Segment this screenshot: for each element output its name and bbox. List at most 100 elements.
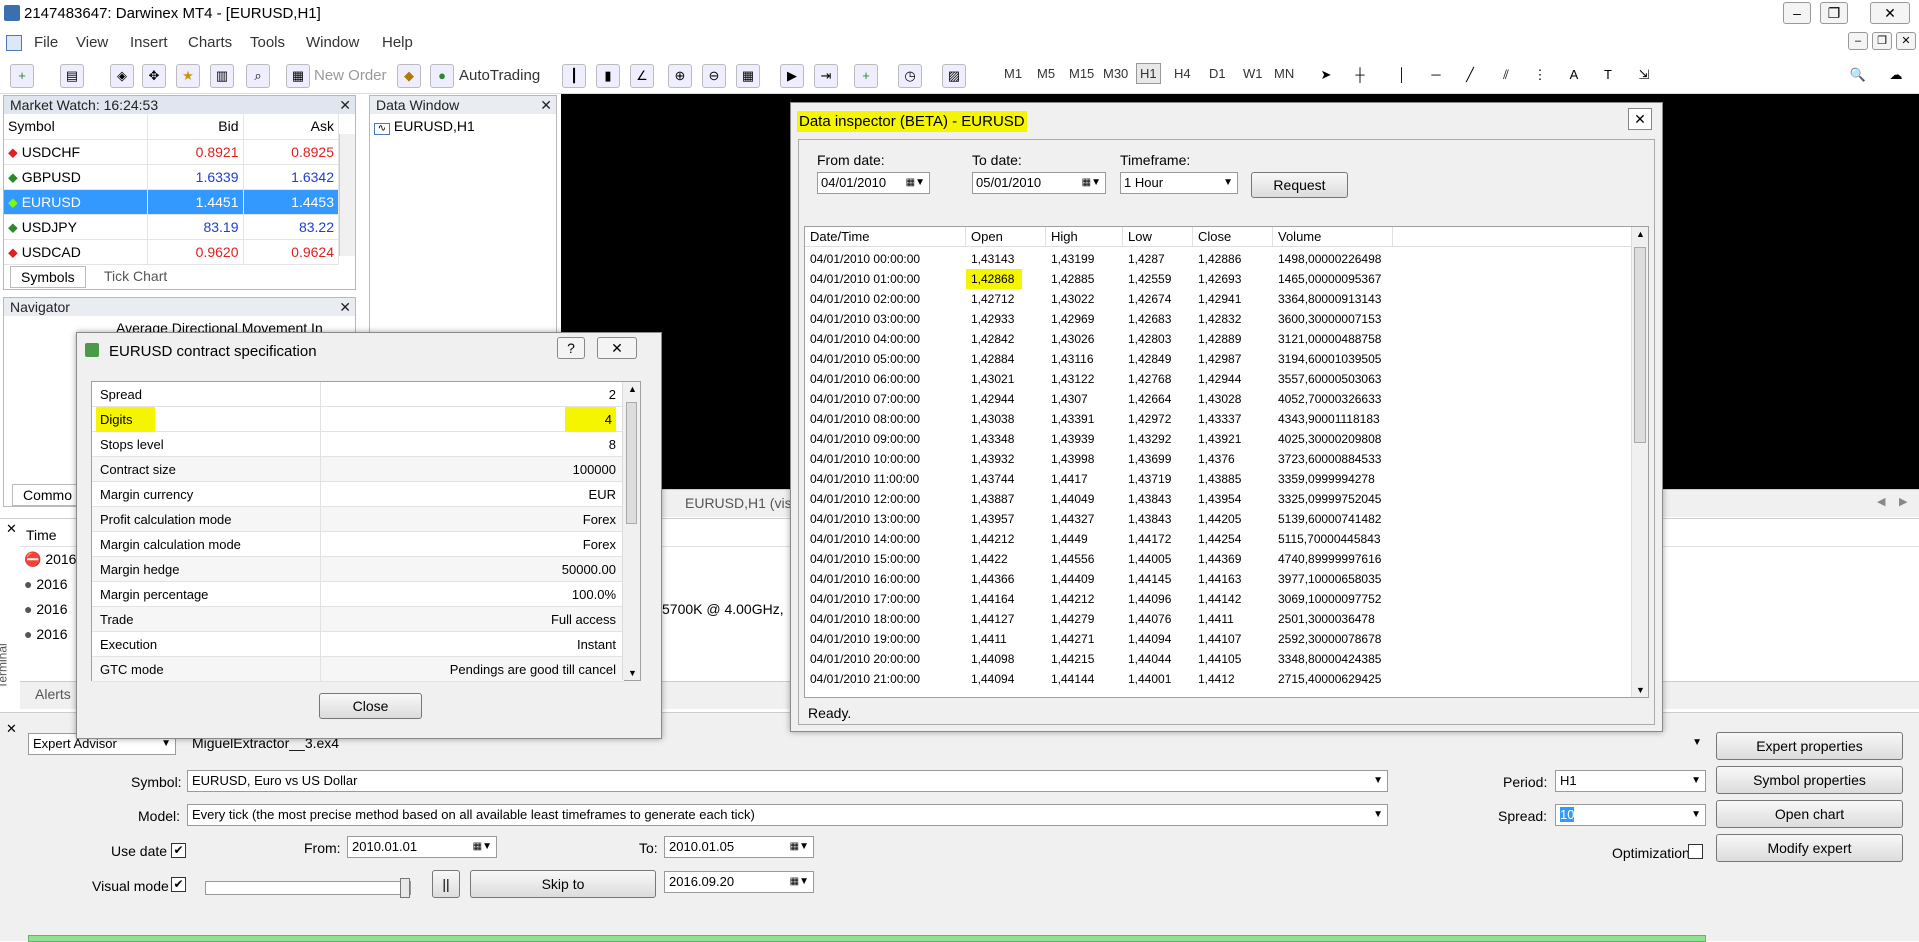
help-button[interactable]: ? [557,337,585,359]
chart-tab[interactable]: EURUSD,H1 (vis [685,495,792,511]
to-date-field[interactable]: 2010.01.05 ▦▼ [664,836,814,858]
from-date-field[interactable]: 04/01/2010 ▦▼ [817,172,930,194]
journal-row[interactable]: ⛔ 2016 [24,551,76,567]
table-row[interactable]: 04/01/2010 01:00:00 1,42868 1,42885 1,42559… [805,269,1633,289]
data-window-icon[interactable]: ✥ [142,64,166,88]
autotrading-button[interactable]: AutoTrading [459,64,540,88]
table-row[interactable]: 04/01/2010 07:00:00 1,42944 1,4307 1,42664 1… [805,389,1633,409]
speed-slider[interactable] [205,878,411,898]
table-row[interactable]: 04/01/2010 13:00:00 1,43957 1,44327 1,43843… [805,509,1633,529]
fibonacci-icon[interactable]: ⋮ [1528,64,1552,88]
spec-row[interactable]: Margin percentage 100.0% [92,582,624,607]
periods-icon[interactable]: ◷ [898,64,922,88]
new-chart-icon[interactable]: + [10,64,34,88]
tester-icon[interactable]: ⌕ [246,64,270,88]
autotrading-icon[interactable]: ● [430,64,454,88]
trendline-icon[interactable]: ╱ [1458,64,1482,88]
tf-mn[interactable]: MN [1274,66,1294,81]
tab-tick-chart[interactable]: Tick Chart [94,266,178,286]
candles-icon[interactable]: ▮ [596,64,620,88]
table-row[interactable]: 04/01/2010 09:00:00 1,43348 1,43939 1,43292… [805,429,1633,449]
spec-row[interactable]: Profit calculation mode Forex [92,507,624,532]
minimize-button[interactable]: – [1783,2,1811,24]
tf-m1[interactable]: M1 [1004,66,1022,81]
col-ask[interactable]: Ask [243,114,339,140]
table-row[interactable]: ⬥ USDCHF 0.8921 0.8925 [4,139,339,165]
menu-view[interactable]: View [76,34,108,51]
maximize-button[interactable]: ❐ [1820,2,1848,24]
auto-scroll-icon[interactable]: ▶ [780,64,804,88]
data-window-item[interactable]: ∿ EURUSD,H1 [374,118,475,135]
menu-file[interactable]: File [34,34,58,51]
table-row[interactable]: 04/01/2010 12:00:00 1,43887 1,44049 1,43843… [805,489,1633,509]
table-row[interactable]: 04/01/2010 18:00:00 1,44127 1,44279 1,44076… [805,609,1633,629]
table-row[interactable]: ⬥ GBPUSD 1.6339 1.6342 [4,164,339,190]
pause-button[interactable]: || [432,870,460,898]
menu-insert[interactable]: Insert [130,34,168,51]
calendar-icon[interactable]: ▦▼ [790,837,809,857]
close-dialog-button[interactable]: Close [319,693,422,719]
close-button[interactable]: ✕ [597,337,637,359]
close-icon[interactable]: ✕ [6,721,17,737]
metaeditor-icon[interactable]: ◆ [397,64,421,88]
col-volume[interactable]: Volume [1273,227,1393,247]
col-low[interactable]: Low [1123,227,1193,247]
tab-symbols[interactable]: Symbols [10,266,86,288]
journal-row[interactable]: ● 2016 [24,626,68,642]
search-icon[interactable]: 🔍 [1846,64,1870,88]
market-watch-icon[interactable]: ◈ [110,64,134,88]
spec-row[interactable]: Digits 4 [92,407,624,432]
calendar-icon[interactable]: ▦▼ [790,872,809,892]
crosshair-icon[interactable]: ┼ [1348,64,1372,88]
horizontal-line-icon[interactable]: ─ [1424,64,1448,88]
close-button[interactable]: ✕ [1628,108,1652,130]
bar-chart-icon[interactable]: ┃ [562,64,586,88]
menu-window[interactable]: Window [306,34,359,51]
spec-row[interactable]: GTC mode Pendings are good till cancel [92,657,624,682]
tf-m30[interactable]: M30 [1103,66,1128,81]
scroll-right-icon[interactable]: ▶ [1899,495,1907,508]
equidistant-channel-icon[interactable]: ⫽ [1494,64,1518,88]
chart-shift-icon[interactable]: ⇥ [814,64,838,88]
close-icon[interactable]: ✕ [6,521,17,537]
optimization-checkbox[interactable] [1688,844,1703,859]
table-row[interactable]: 04/01/2010 17:00:00 1,44164 1,44212 1,44096… [805,589,1633,609]
table-row[interactable]: 04/01/2010 15:00:00 1,4422 1,44556 1,44005 1… [805,549,1633,569]
spec-row[interactable]: Execution Instant [92,632,624,657]
close-icon[interactable]: ✕ [339,96,351,114]
table-row[interactable]: ⬥ USDJPY 83.19 83.22 [4,214,339,240]
indicators-icon[interactable]: + [854,64,878,88]
table-row[interactable]: 04/01/2010 11:00:00 1,43744 1,4417 1,43719 1… [805,469,1633,489]
menu-tools[interactable]: Tools [250,34,285,51]
from-date-field[interactable]: 2010.01.01 ▦▼ [347,836,497,858]
market-watch-scrollbar[interactable] [339,134,355,256]
table-row[interactable]: 04/01/2010 10:00:00 1,43932 1,43998 1,43699… [805,449,1633,469]
tab-common[interactable]: Commo [12,484,84,506]
mdi-minimize-button[interactable]: – [1848,32,1868,50]
tf-h4[interactable]: H4 [1174,66,1191,81]
line-chart-icon[interactable]: ∠ [630,64,654,88]
col-datetime[interactable]: Date/Time [805,227,966,247]
zoom-out-icon[interactable]: ⊖ [702,64,726,88]
close-button[interactable]: ✕ [1870,2,1910,24]
expert-properties-button[interactable]: Expert properties [1716,732,1903,760]
table-row[interactable]: ⬥ USDCAD 0.9620 0.9624 [4,239,339,265]
spec-row[interactable]: Margin hedge 50000.00 [92,557,624,582]
close-icon[interactable]: ✕ [540,96,552,114]
scroll-up-icon[interactable]: ▲ [628,384,637,394]
templates-icon[interactable]: ▨ [942,64,966,88]
spread-select[interactable]: 10 ▼ [1555,804,1706,826]
journal-row[interactable]: ● 2016 [24,601,68,617]
new-order-button[interactable]: New Order [314,64,387,88]
table-row[interactable]: 04/01/2010 08:00:00 1,43038 1,43391 1,42972… [805,409,1633,429]
tile-windows-icon[interactable]: ▦ [736,64,760,88]
mdi-close-button[interactable]: ✕ [1896,32,1916,50]
symbol-properties-button[interactable]: Symbol properties [1716,766,1903,794]
calendar-icon[interactable]: ▦▼ [473,837,492,857]
timeframe-select[interactable]: 1 Hour ▼ [1120,172,1238,194]
expert-select[interactable]: ▼ [1600,733,1706,755]
modify-expert-button[interactable]: Modify expert [1716,834,1903,862]
favorites-icon[interactable]: ★ [176,64,200,88]
request-button[interactable]: Request [1251,172,1348,198]
menu-help[interactable]: Help [382,34,413,51]
